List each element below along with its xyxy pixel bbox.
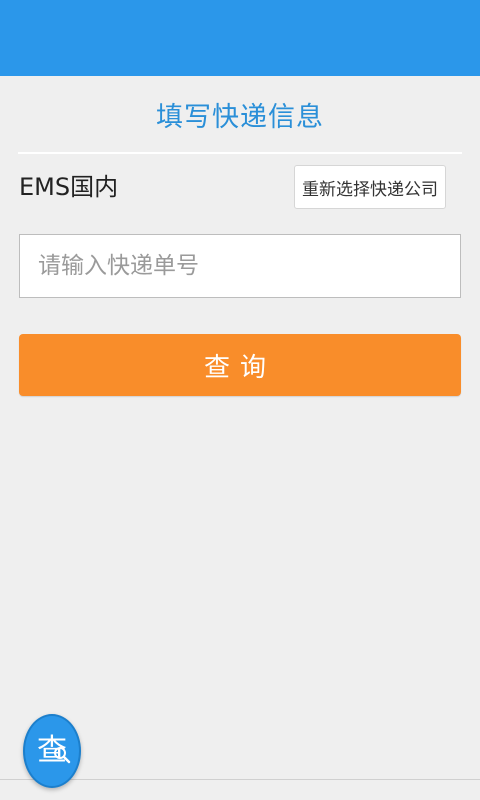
floating-query-button[interactable]: 查: [23, 714, 81, 788]
reselect-courier-button[interactable]: 重新选择快递公司: [294, 165, 446, 209]
title-divider: [18, 152, 462, 154]
title-bar: 填写快递信息: [0, 76, 480, 152]
courier-company-label: EMS国内: [19, 173, 119, 201]
magnifier-icon: [53, 746, 71, 768]
status-bar: [0, 0, 480, 76]
query-button[interactable]: 查询: [19, 334, 461, 396]
bottom-divider: [0, 779, 480, 780]
page-title: 填写快递信息: [156, 101, 324, 133]
tracking-number-input[interactable]: [19, 234, 461, 298]
